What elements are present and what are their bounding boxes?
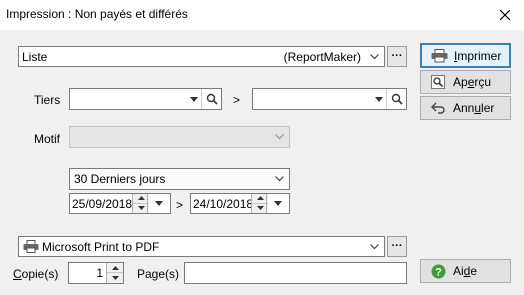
motif-label: Motif [34,132,61,146]
calendar-dropdown-icon[interactable] [266,194,289,213]
date-from-field[interactable]: 25/09/2018 [69,193,171,214]
copies-stepper[interactable]: 1 [68,262,124,284]
tiers-separator: > [233,93,241,107]
printer-options-button[interactable]: ··· [387,236,407,257]
motif-select[interactable] [69,126,290,148]
svg-text:?: ? [435,266,442,278]
print-button[interactable]: Imprimer [420,43,511,68]
date-separator: > [176,198,184,212]
help-button[interactable]: ? Aide [420,259,511,283]
dropdown-arrow-icon [185,89,202,109]
period-value: 30 Derniers jours [74,172,166,186]
magnifier-icon [429,74,447,90]
preview-button[interactable]: Aperçu [420,70,511,94]
close-button[interactable] [490,3,520,27]
printer-icon [23,237,39,256]
chevron-down-icon [271,127,288,147]
pages-input[interactable] [184,262,407,284]
date-to-field[interactable]: 24/10/2018 [190,193,290,214]
printer-icon [430,48,448,64]
chevron-down-icon [366,237,383,256]
printer-value: Microsoft Print to PDF [42,239,160,254]
date-to-value: 24/10/2018 [193,196,251,211]
copies-label: Copie(s) [13,267,59,281]
search-icon[interactable] [201,89,221,109]
tiers-from-select[interactable] [69,88,222,110]
cancel-button[interactable]: Annuler [420,96,511,120]
tiers-to-select[interactable] [252,88,407,110]
search-icon[interactable] [386,89,406,109]
pages-label: Page(s) [137,267,180,281]
undo-arrow-icon [429,100,447,116]
preview-label: Aperçu [453,75,492,89]
window-title: Impression : Non payés et différés [6,7,188,21]
cancel-label: Annuler [453,101,495,115]
report-engine: (ReportMaker) [283,49,361,64]
report-options-button[interactable]: ··· [387,46,407,67]
chevron-down-icon [271,169,288,189]
date-from-value: 25/09/2018 [72,196,132,211]
close-icon [500,10,510,20]
report-select[interactable]: Liste (ReportMaker) [18,46,385,67]
copies-value: 1 [96,266,103,280]
help-icon: ? [429,263,447,279]
tiers-label: Tiers [34,93,61,107]
period-select[interactable]: 30 Derniers jours [69,168,290,190]
report-value: Liste [22,49,48,64]
dropdown-arrow-icon [370,89,387,109]
calendar-dropdown-icon[interactable] [147,194,170,213]
ellipsis-icon: ··· [391,50,403,62]
ellipsis-icon: ··· [391,240,403,252]
copies-spinner[interactable] [106,263,123,283]
chevron-down-icon [366,47,383,66]
help-label: Aide [453,264,478,278]
print-label: Imprimer [454,48,502,63]
printer-select[interactable]: Microsoft Print to PDF [18,236,385,257]
